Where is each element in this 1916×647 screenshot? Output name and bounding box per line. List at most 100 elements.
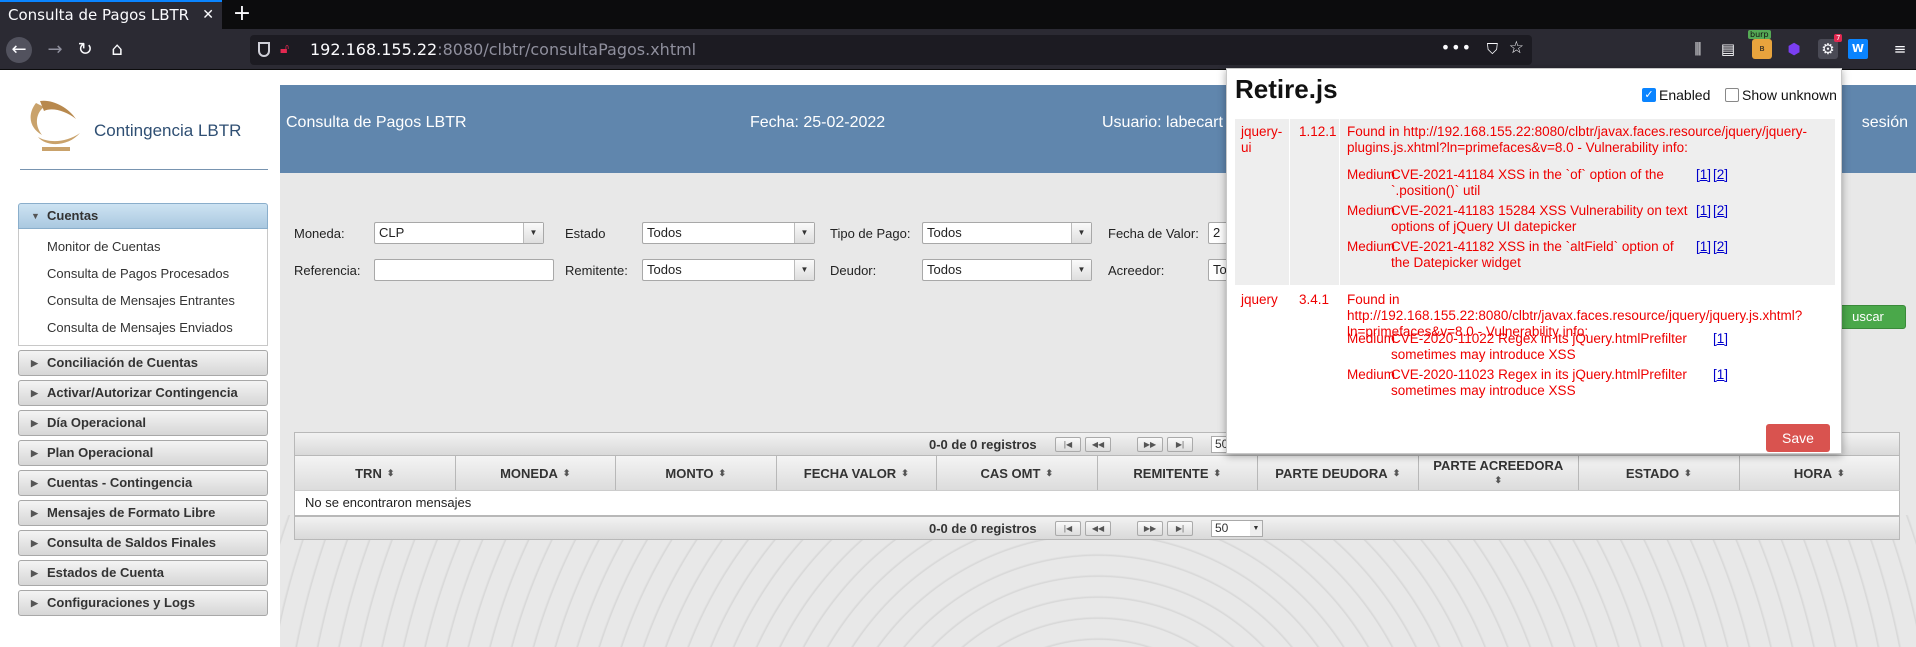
reference-link[interactable]: [1] <box>1696 239 1711 255</box>
page-actions-more-icon[interactable]: ••• <box>1441 38 1472 57</box>
menu-header-conciliacion[interactable]: ▶ Conciliación de Cuentas <box>18 350 268 376</box>
menu-header-plan-operacional[interactable]: ▶ Plan Operacional <box>18 440 268 466</box>
first-page-icon[interactable]: |◀ <box>1055 437 1081 452</box>
reference-link[interactable]: [1] <box>1696 203 1711 219</box>
forward-arrow-icon[interactable]: → <box>42 37 68 63</box>
tracking-protection-shield-icon[interactable] <box>258 42 270 57</box>
rows-per-page-select[interactable]: 50 ▼ <box>1211 520 1263 537</box>
referencia-input[interactable] <box>374 259 554 281</box>
column-header[interactable]: FECHA VALOR ⬍ <box>777 456 937 490</box>
acreedor-select[interactable]: To <box>1208 259 1228 281</box>
submenu-item-monitor-cuentas[interactable]: Monitor de Cuentas <box>19 233 267 260</box>
library-version: 1.12.1 <box>1299 124 1337 139</box>
menu-header-activar[interactable]: ▶ Activar/Autorizar Contingencia <box>18 380 268 406</box>
reference-link[interactable]: [1] <box>1713 331 1728 347</box>
column-label: REMITENTE <box>1133 465 1209 481</box>
next-page-icon[interactable]: ▶▶ <box>1137 437 1163 452</box>
dropdown-arrow-icon[interactable]: ▼ <box>1250 521 1262 536</box>
vulnerability-row: Medium CVE-2020-11023 Regex in its jQuer… <box>1347 367 1833 399</box>
menu-header-configuraciones[interactable]: ▶ Configuraciones y Logs <box>18 590 268 616</box>
reference-link[interactable]: [2] <box>1713 239 1728 255</box>
prev-page-icon[interactable]: ◀◀ <box>1085 521 1111 536</box>
column-header[interactable]: TRN ⬍ <box>295 456 456 490</box>
estado-select[interactable]: Todos ▼ <box>642 222 815 244</box>
dropdown-arrow-icon[interactable]: ▼ <box>794 260 814 280</box>
logout-link[interactable]: sesión <box>1862 114 1908 132</box>
w-extension-icon[interactable]: W <box>1848 39 1868 59</box>
submenu-item-pagos-procesados[interactable]: Consulta de Pagos Procesados <box>19 260 267 287</box>
menu-header-label: Plan Operacional <box>47 445 154 460</box>
remitente-value: Todos <box>647 262 682 277</box>
reference-link[interactable]: [1] <box>1713 367 1728 383</box>
checkbox-unchecked-icon[interactable] <box>1725 88 1739 102</box>
menu-header-mensajes-formato-libre[interactable]: ▶ Mensajes de Formato Libre <box>18 500 268 526</box>
column-header[interactable]: MONEDA ⬍ <box>456 456 616 490</box>
submenu-item-mensajes-entrantes[interactable]: Consulta de Mensajes Entrantes <box>19 287 267 314</box>
insecure-lock-icon[interactable]: 🔓︎ <box>280 41 289 57</box>
vulnerability-description: CVE-2021-41182 XSS in the `altField` opt… <box>1391 239 1674 270</box>
header-user: Usuario: labecart <box>1102 114 1223 131</box>
column-label: TRN <box>355 465 382 481</box>
dropdown-arrow-icon[interactable]: ▼ <box>1071 223 1091 243</box>
tab-active[interactable]: Consulta de Pagos LBTR ✕ <box>0 0 222 29</box>
rows-per-page-value: 50 <box>1215 521 1229 535</box>
burp-extension-icon[interactable]: ʙ <box>1752 39 1772 59</box>
column-header[interactable]: HORA ⬍ <box>1740 456 1900 490</box>
menu-header-cuentas-contingencia[interactable]: ▶ Cuentas - Contingencia <box>18 470 268 496</box>
url-text[interactable]: 192.168.155.22:8080/clbtr/consultaPagos.… <box>310 40 696 59</box>
reference-link[interactable]: [1] <box>1696 167 1711 183</box>
column-header[interactable]: REMITENTE ⬍ <box>1098 456 1258 490</box>
dropdown-arrow-icon[interactable]: ▼ <box>1071 260 1091 280</box>
menu-header-cuentas[interactable]: ▼ Cuentas <box>18 203 268 229</box>
reference-link[interactable]: [2] <box>1713 167 1728 183</box>
deudor-value: Todos <box>927 262 962 277</box>
prev-page-icon[interactable]: ◀◀ <box>1085 437 1111 452</box>
bookmark-star-icon[interactable]: ☆ <box>1509 38 1524 58</box>
hamburger-menu-icon[interactable]: ≡ <box>1890 39 1910 59</box>
checkbox-checked-icon[interactable]: ✓ <box>1642 88 1656 102</box>
column-header[interactable]: CAS OMT ⬍ <box>937 456 1098 490</box>
tab-title: Consulta de Pagos LBTR <box>8 6 190 24</box>
pocket-icon[interactable]: ⛉ <box>1487 40 1498 58</box>
remitente-select[interactable]: Todos ▼ <box>642 259 815 281</box>
column-header[interactable]: ESTADO ⬍ <box>1579 456 1740 490</box>
url-path: :8080/clbtr/consultaPagos.xhtml <box>437 40 697 59</box>
retire-js-extension-icon[interactable]: ⚙ <box>1818 39 1838 59</box>
submenu-item-mensajes-enviados[interactable]: Consulta de Mensajes Enviados <box>19 314 267 341</box>
hexagon-extension-icon[interactable]: ⬢ <box>1784 39 1804 59</box>
sidebar-menu: ▼ Cuentas Monitor de Cuentas Consulta de … <box>18 203 268 620</box>
dropdown-arrow-icon[interactable]: ▼ <box>523 223 543 243</box>
menu-header-dia-operacional[interactable]: ▶ Día Operacional <box>18 410 268 436</box>
collapsed-triangle-icon: ▶ <box>31 508 38 518</box>
url-bar[interactable]: 🔓︎ 192.168.155.22:8080/clbtr/consultaPag… <box>250 35 1532 65</box>
deudor-select[interactable]: Todos ▼ <box>922 259 1092 281</box>
show-unknown-checkbox[interactable]: Show unknown <box>1725 87 1837 103</box>
submenu-cuentas: Monitor de Cuentas Consulta de Pagos Pro… <box>18 229 268 346</box>
vulnerability-row: Medium CVE-2020-11022 Regex in its jQuer… <box>1347 331 1833 363</box>
sort-icon: ⬍ <box>1837 467 1845 478</box>
column-header[interactable]: PARTE DEUDORA ⬍ <box>1258 456 1419 490</box>
reload-icon[interactable]: ↻ <box>72 37 98 63</box>
enabled-checkbox[interactable]: ✓ Enabled <box>1642 87 1710 103</box>
back-arrow-icon[interactable]: ← <box>6 37 32 63</box>
tipo-pago-value: Todos <box>927 225 962 240</box>
next-page-icon[interactable]: ▶▶ <box>1137 521 1163 536</box>
save-button[interactable]: Save <box>1766 424 1830 452</box>
moneda-select[interactable]: CLP ▼ <box>374 222 544 244</box>
fecha-valor-input[interactable]: 2 <box>1208 222 1228 244</box>
new-tab-button[interactable]: + <box>232 0 252 29</box>
column-header[interactable]: MONTO ⬍ <box>616 456 777 490</box>
reference-link[interactable]: [2] <box>1713 203 1728 219</box>
menu-header-saldos-finales[interactable]: ▶ Consulta de Saldos Finales <box>18 530 268 556</box>
tipo-pago-select[interactable]: Todos ▼ <box>922 222 1092 244</box>
dropdown-arrow-icon[interactable]: ▼ <box>794 223 814 243</box>
first-page-icon[interactable]: |◀ <box>1055 521 1081 536</box>
menu-header-estados-cuenta[interactable]: ▶ Estados de Cuenta <box>18 560 268 586</box>
library-result: jquery-ui 1.12.1 Found in http://192.168… <box>1235 119 1835 285</box>
close-tab-icon[interactable]: ✕ <box>202 2 214 28</box>
column-header[interactable]: PARTE ACREEDORA ⬍ <box>1419 456 1579 490</box>
estado-value: Todos <box>647 225 682 240</box>
home-icon[interactable]: ⌂ <box>104 37 130 63</box>
last-page-icon[interactable]: ▶| <box>1167 521 1193 536</box>
last-page-icon[interactable]: ▶| <box>1167 437 1193 452</box>
